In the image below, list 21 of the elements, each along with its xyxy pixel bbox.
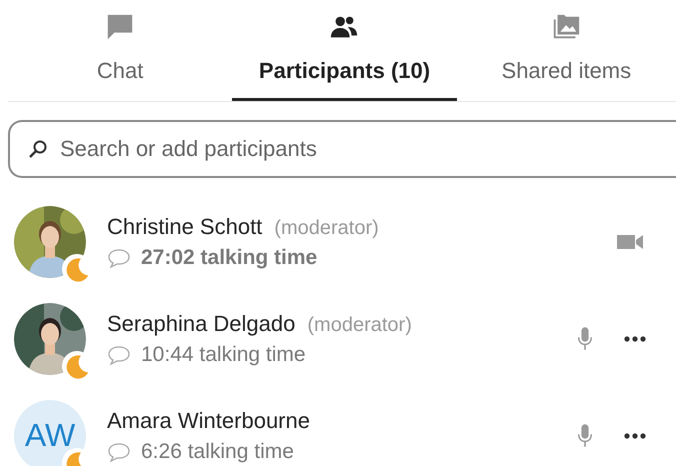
tab[interactable]: Shared items [456,0,676,101]
search-field[interactable]: Search or add participants [8,120,676,178]
microphone-icon[interactable] [576,422,594,448]
more-icon[interactable] [624,336,646,342]
speech-bubble-icon [107,248,131,268]
more-icon[interactable] [624,432,646,438]
tab[interactable]: Chat [8,0,232,101]
speech-bubble-icon [107,344,131,364]
talking-time: 27:02 talking time [141,246,318,270]
avatar-initials: AW [14,400,86,466]
tab[interactable]: Participants (10) [232,0,457,101]
talking-time: 6:26 talking time [141,440,294,464]
participant-name: Amara Winterbourne [107,408,310,434]
search-icon [28,139,48,159]
participant-name: Christine Schott [107,214,262,240]
talking-time: 10:44 talking time [141,342,306,366]
participant-role: (moderator) [274,216,379,240]
speech-bubble-icon [107,442,131,462]
microphone-icon[interactable] [576,326,594,352]
participant-role: (moderator) [307,314,412,336]
participant-name: Seraphina Delgado [107,310,296,336]
